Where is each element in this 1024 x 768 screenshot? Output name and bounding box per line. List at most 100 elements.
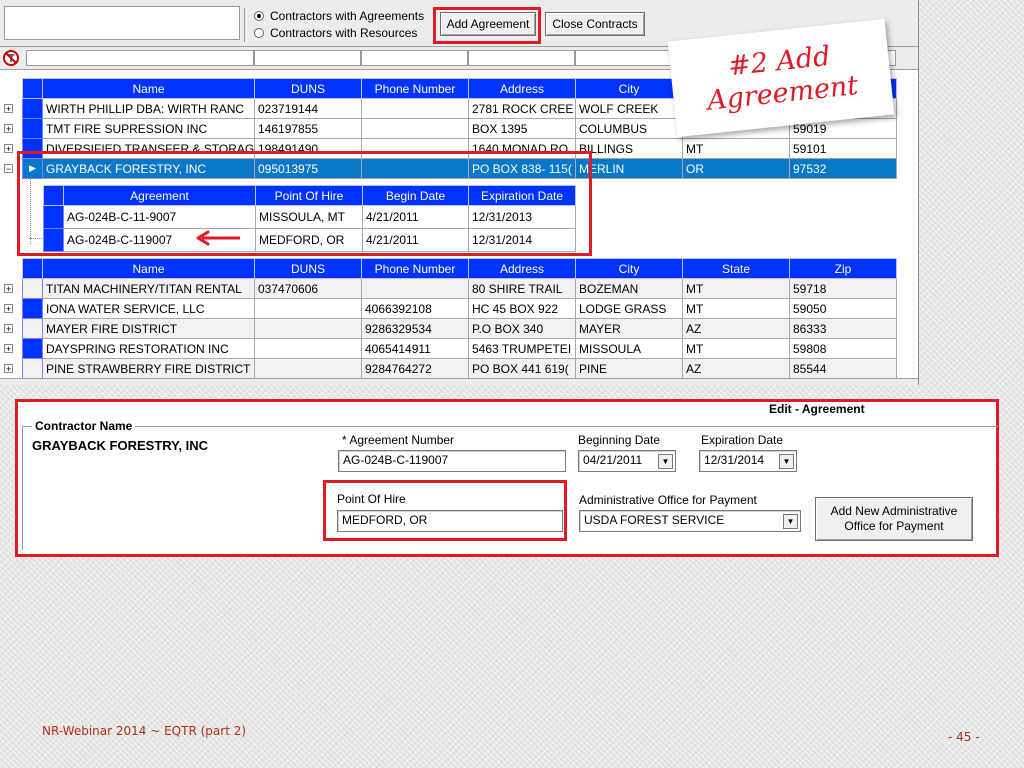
header-phone[interactable]: Phone Number [361, 78, 469, 99]
row-selector[interactable] [22, 118, 43, 139]
filter-address[interactable] [468, 50, 575, 66]
dropdown-arrow-icon[interactable]: ▼ [658, 454, 673, 469]
table-row[interactable]: TITAN MACHINERY/TITAN RENTAL 037470606 8… [22, 278, 897, 299]
cell-phone [361, 98, 469, 119]
cell-phone: 4065414911 [361, 338, 469, 359]
cell-duns: 146197855 [254, 118, 362, 139]
collapse-minus-icon[interactable]: − [4, 164, 13, 174]
table-row[interactable]: IONA WATER SERVICE, LLC 4066392108 HC 45… [22, 298, 897, 319]
agreement-number-field[interactable]: AG-024B-C-119007 [338, 450, 566, 472]
cell-zip: 59101 [789, 138, 897, 159]
cell-name: TMT FIRE SUPRESSION INC [42, 118, 255, 139]
expand-plus-icon[interactable]: + [4, 344, 13, 354]
cell-address: HC 45 BOX 922 [468, 298, 576, 319]
grid-header: Name DUNS Phone Number Address City Stat… [22, 258, 897, 279]
cell-address: P.O BOX 340 [468, 318, 576, 339]
expand-plus-icon[interactable]: + [4, 144, 13, 154]
expand-plus-icon[interactable]: + [4, 324, 13, 334]
header-zip[interactable]: Zip [789, 258, 897, 279]
radio-unselected-icon [254, 28, 264, 38]
add-agreement-highlight [433, 7, 541, 44]
cell-city: WOLF CREEK [575, 98, 683, 119]
beginning-date-picker[interactable]: 04/21/2011 ▼ [578, 450, 676, 472]
row-selector[interactable] [22, 358, 43, 379]
dropdown-arrow-icon[interactable]: ▼ [783, 514, 798, 529]
filter-duns[interactable] [254, 50, 361, 66]
header-name[interactable]: Name [42, 258, 255, 279]
horizontal-scrollbar[interactable] [0, 378, 918, 385]
cell-address: BOX 1395 [468, 118, 576, 139]
header-name[interactable]: Name [42, 78, 255, 99]
cell-duns [254, 318, 362, 339]
expand-plus-icon[interactable]: + [4, 124, 13, 134]
cell-name: WIRTH PHILLIP DBA: WIRTH RANC [42, 98, 255, 119]
cell-name: MAYER FIRE DISTRICT [42, 318, 255, 339]
beginning-date-value: 04/21/2011 [583, 453, 643, 467]
admin-office-value: USDA FOREST SERVICE [584, 513, 725, 527]
header-duns[interactable]: DUNS [254, 78, 362, 99]
table-row[interactable]: MAYER FIRE DISTRICT 9286329534 P.O BOX 3… [22, 318, 897, 339]
header-address[interactable]: Address [468, 258, 576, 279]
cell-zip: 85544 [789, 358, 897, 379]
cell-city: COLUMBUS [575, 118, 683, 139]
cell-phone [361, 278, 469, 299]
filter-city[interactable] [575, 50, 682, 66]
add-admin-office-button[interactable]: Add New Administrative Office for Paymen… [815, 497, 973, 541]
cell-duns: 023719144 [254, 98, 362, 119]
edit-agreement-panel: Edit - Agreement Contractor Name GRAYBAC… [15, 399, 999, 557]
header-selector [22, 78, 43, 99]
expiration-date-picker[interactable]: 12/31/2014 ▼ [699, 450, 797, 472]
cell-duns [254, 338, 362, 359]
row-selector[interactable] [22, 98, 43, 119]
table-row[interactable]: DAYSPRING RESTORATION INC 4065414911 546… [22, 338, 897, 359]
dropdown-arrow-icon[interactable]: ▼ [779, 454, 794, 469]
header-city[interactable]: City [575, 258, 683, 279]
radio-contractors-resources[interactable]: Contractors with Resources [254, 25, 417, 41]
header-address[interactable]: Address [468, 78, 576, 99]
point-of-hire-label: Point Of Hire [337, 492, 406, 506]
table-row[interactable]: PINE STRAWBERRY FIRE DISTRICT 9284764272… [22, 358, 897, 379]
expand-plus-icon[interactable]: + [4, 104, 13, 114]
cell-zip: 59718 [789, 278, 897, 299]
expand-plus-icon[interactable]: + [4, 364, 13, 374]
footer-title: NR-Webinar 2014 ~ EQTR (part 2) [42, 724, 247, 738]
header-selector [22, 258, 43, 279]
row-selector[interactable] [22, 278, 43, 299]
point-of-hire-field[interactable]: MEDFORD, OR [337, 510, 563, 532]
cell-duns [254, 358, 362, 379]
header-duns[interactable]: DUNS [254, 258, 362, 279]
filter-name[interactable] [26, 50, 254, 66]
cell-state: MT [682, 138, 790, 159]
contractor-name-label: Contractor Name [32, 419, 136, 433]
radio-contractors-agreements[interactable]: Contractors with Agreements [254, 8, 424, 24]
expand-plus-icon[interactable]: + [4, 304, 13, 314]
cell-city: MISSOULA [575, 338, 683, 359]
toolbar-input[interactable] [4, 6, 240, 40]
row-selector[interactable] [22, 298, 43, 319]
beginning-date-label: Beginning Date [578, 433, 661, 447]
cell-state: AZ [682, 358, 790, 379]
cell-phone: 9284764272 [361, 358, 469, 379]
cell-phone [361, 118, 469, 139]
page-number: - 45 - [948, 730, 980, 744]
row-selector[interactable] [22, 338, 43, 359]
cell-address: PO BOX 441 619( [468, 358, 576, 379]
filter-phone[interactable] [361, 50, 468, 66]
expand-plus-icon[interactable]: + [4, 284, 13, 294]
cell-city: MAYER [575, 318, 683, 339]
filter-clear-icon[interactable] [2, 49, 22, 67]
cell-state: AZ [682, 318, 790, 339]
contractor-grid-bottom: Name DUNS Phone Number Address City Stat… [22, 258, 897, 379]
admin-office-select[interactable]: USDA FOREST SERVICE ▼ [579, 510, 801, 532]
header-phone[interactable]: Phone Number [361, 258, 469, 279]
header-city[interactable]: City [575, 78, 683, 99]
cell-city: LODGE GRASS [575, 298, 683, 319]
cell-zip: 59050 [789, 298, 897, 319]
close-contracts-button[interactable]: Close Contracts [545, 12, 645, 36]
cell-name: DAYSPRING RESTORATION INC [42, 338, 255, 359]
cell-duns: 037470606 [254, 278, 362, 299]
cell-address: 80 SHIRE TRAIL [468, 278, 576, 299]
header-state[interactable]: State [682, 258, 790, 279]
cell-zip: 86333 [789, 318, 897, 339]
row-selector[interactable] [22, 318, 43, 339]
